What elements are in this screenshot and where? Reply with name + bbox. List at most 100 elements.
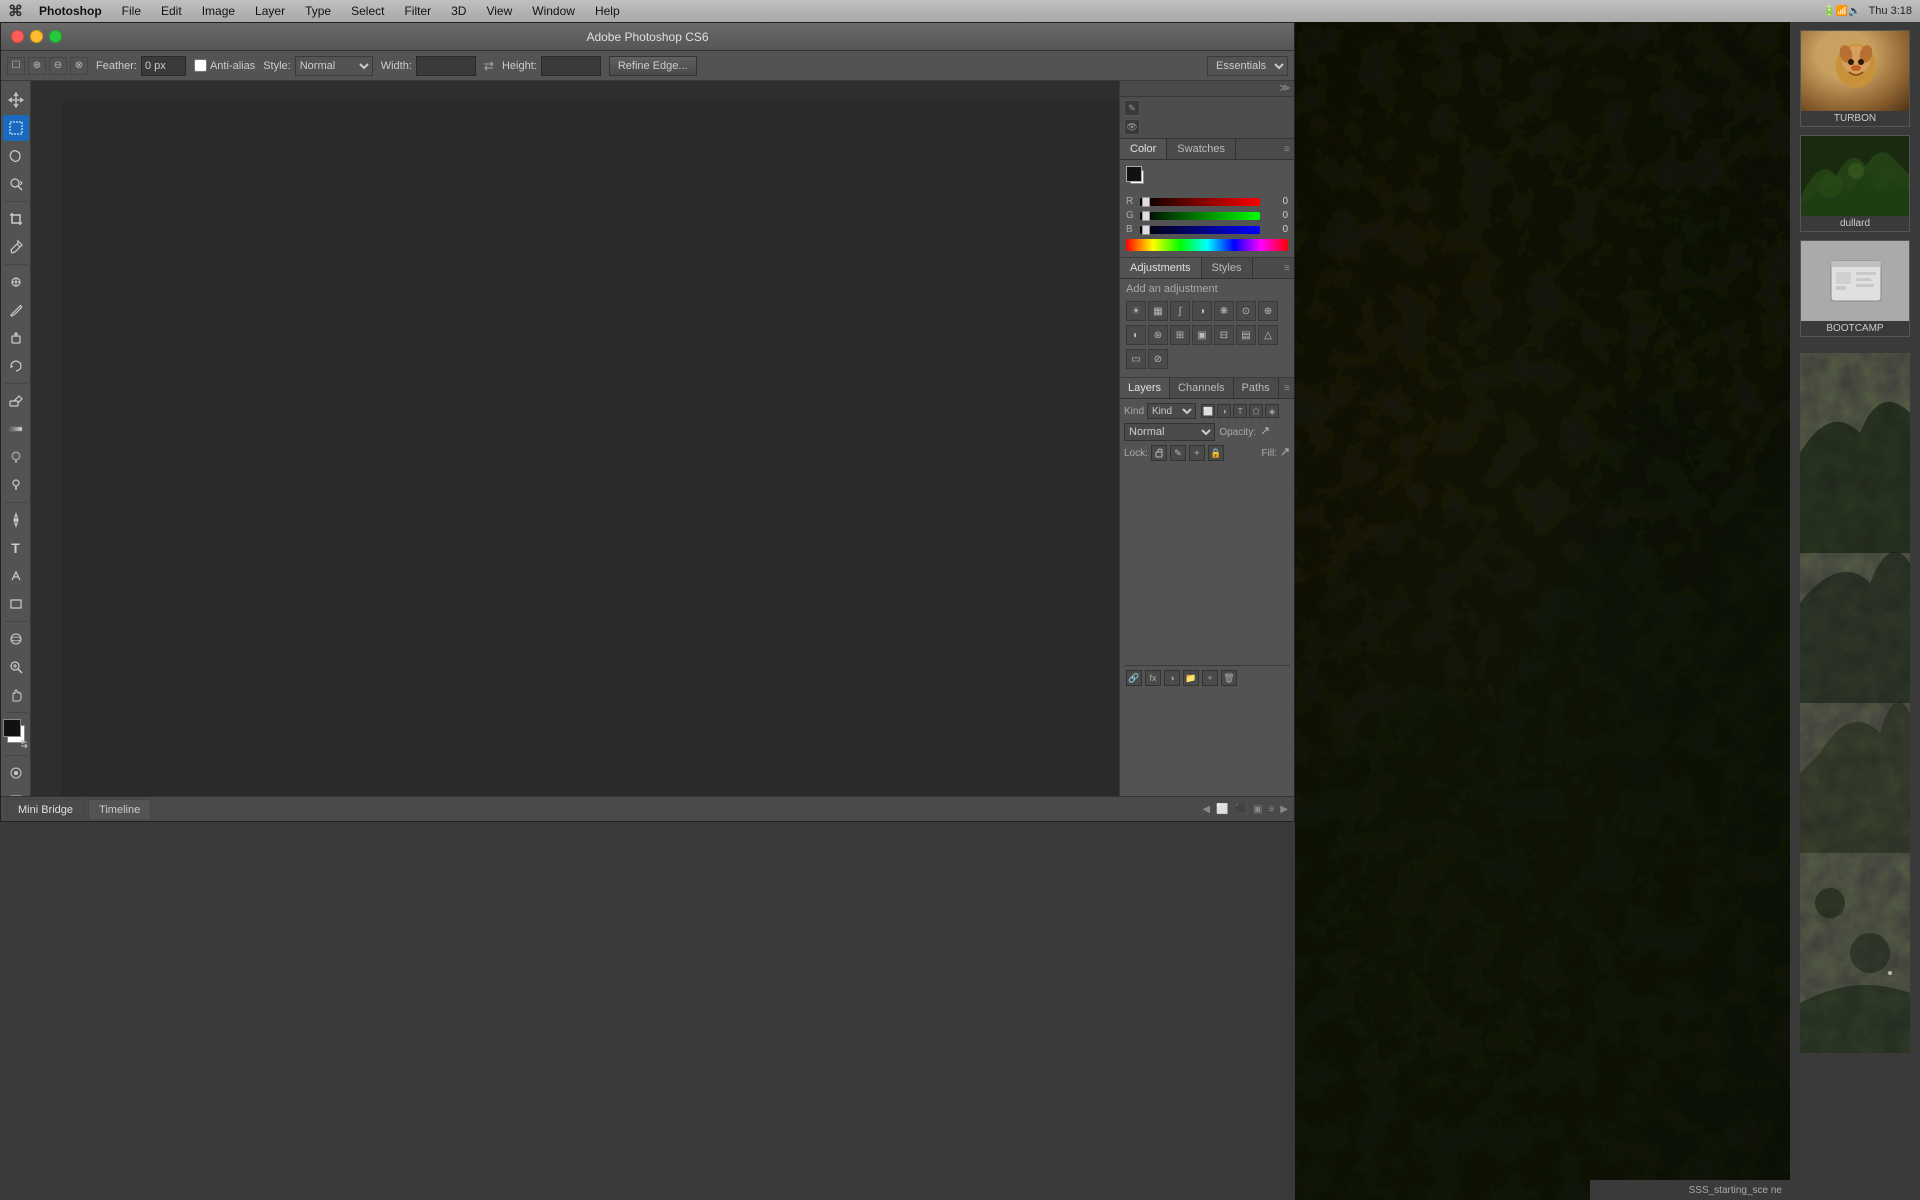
bottom-fullscreen-icon[interactable]: ▣	[1253, 804, 1262, 815]
subtract-selection-icon[interactable]: ⊖	[49, 57, 67, 75]
create-layer-icon[interactable]: +	[1202, 670, 1218, 686]
black-white-icon[interactable]: ◐	[1126, 325, 1146, 345]
menu-view[interactable]: View	[482, 4, 516, 18]
style-select[interactable]: Normal Fixed Ratio Fixed Size	[295, 56, 373, 76]
kind-select[interactable]: Kind Name Effect	[1147, 403, 1196, 419]
menu-filter[interactable]: Filter	[400, 4, 435, 18]
selective-color-icon[interactable]: ⊘	[1148, 349, 1168, 369]
type-tool[interactable]: T	[3, 535, 29, 561]
posterize-icon[interactable]: ▤	[1236, 325, 1256, 345]
filter-type-icon[interactable]: T	[1233, 404, 1247, 418]
collapse-panel-icon[interactable]: ≫	[1280, 83, 1290, 94]
mini-tool-eye[interactable]: 👁	[1124, 119, 1140, 135]
lock-position[interactable]: +	[1189, 445, 1205, 461]
zoom-tool[interactable]	[3, 654, 29, 680]
color-spectrum-bar[interactable]	[1126, 239, 1288, 251]
eyedropper-tool[interactable]	[3, 234, 29, 260]
r-slider-thumb[interactable]	[1142, 197, 1150, 207]
healing-brush-tool[interactable]	[3, 269, 29, 295]
marquee-tool[interactable]	[3, 115, 29, 141]
menu-select[interactable]: Select	[347, 4, 388, 18]
eraser-tool[interactable]	[3, 388, 29, 414]
filter-smart-icon[interactable]: ◈	[1265, 404, 1279, 418]
tab-layers[interactable]: Layers	[1120, 378, 1170, 398]
move-tool[interactable]	[3, 87, 29, 113]
hue-sat-icon[interactable]: ⊙	[1236, 301, 1256, 321]
exposure-icon[interactable]: ◑	[1192, 301, 1212, 321]
minimize-button[interactable]	[30, 30, 43, 43]
menu-type[interactable]: Type	[301, 4, 335, 18]
workspace-select[interactable]: Essentials	[1207, 56, 1288, 76]
tab-channels[interactable]: Channels	[1170, 378, 1233, 398]
add-style-icon[interactable]: fx	[1145, 670, 1161, 686]
lock-all[interactable]: 🔒	[1208, 445, 1224, 461]
menu-help[interactable]: Help	[591, 4, 624, 18]
tab-color[interactable]: Color	[1120, 139, 1167, 159]
tab-paths[interactable]: Paths	[1234, 378, 1279, 398]
history-brush-tool[interactable]	[3, 353, 29, 379]
brightness-contrast-icon[interactable]: ☀	[1126, 301, 1146, 321]
gradient-tool[interactable]	[3, 416, 29, 442]
add-selection-icon[interactable]: ⊕	[28, 57, 46, 75]
menu-layer[interactable]: Layer	[251, 4, 289, 18]
curves-icon[interactable]: ∫	[1170, 301, 1190, 321]
path-select-tool[interactable]	[3, 563, 29, 589]
blend-mode-select[interactable]: Normal Dissolve Multiply Screen Overlay	[1124, 423, 1215, 441]
channel-mixer-icon[interactable]: ⊞	[1170, 325, 1190, 345]
canvas-area[interactable]	[31, 81, 1119, 820]
lock-transparent-pixels[interactable]	[1151, 445, 1167, 461]
blur-tool[interactable]	[3, 444, 29, 470]
thumbnail-bootcamp[interactable]: BOOTCAMP	[1800, 240, 1910, 337]
new-selection-icon[interactable]: ☐	[7, 57, 25, 75]
color-lookup-icon[interactable]: ▣	[1192, 325, 1212, 345]
pen-tool[interactable]	[3, 507, 29, 533]
timeline-tab[interactable]: Timeline	[88, 799, 151, 819]
quick-select-tool[interactable]	[3, 171, 29, 197]
threshold-icon[interactable]: △	[1258, 325, 1278, 345]
add-mask-icon[interactable]: ◑	[1164, 670, 1180, 686]
bottom-collapse-right[interactable]: ▶	[1280, 804, 1288, 815]
foreground-color-swatch[interactable]	[3, 719, 21, 737]
anti-alias-group[interactable]: Anti-alias	[194, 59, 255, 72]
maximize-button[interactable]	[49, 30, 62, 43]
clone-stamp-tool[interactable]	[3, 325, 29, 351]
menu-window[interactable]: Window	[528, 4, 579, 18]
bottom-page-icon[interactable]: ⬜	[1216, 804, 1228, 815]
delete-layer-icon[interactable]: 🗑	[1221, 670, 1237, 686]
adj-panel-menu-icon[interactable]: ≡	[1284, 263, 1290, 274]
height-input[interactable]	[541, 56, 601, 76]
photo-filter-icon[interactable]: ⊛	[1148, 325, 1168, 345]
swap-colors-icon[interactable]	[19, 739, 29, 749]
filter-shape-icon[interactable]: ⬡	[1249, 404, 1263, 418]
3d-rotate-tool[interactable]	[3, 626, 29, 652]
invert-icon[interactable]: ⊟	[1214, 325, 1234, 345]
link-layers-icon[interactable]: 🔗	[1126, 670, 1142, 686]
tab-swatches[interactable]: Swatches	[1167, 139, 1236, 159]
rectangle-tool[interactable]	[3, 591, 29, 617]
vibrance-icon[interactable]: ❋	[1214, 301, 1234, 321]
color-panel-menu-icon[interactable]: ≡	[1284, 144, 1290, 155]
g-slider-thumb[interactable]	[1142, 211, 1150, 221]
brush-tool[interactable]	[3, 297, 29, 323]
intersect-selection-icon[interactable]: ⊗	[70, 57, 88, 75]
lock-image-pixels[interactable]: ✎	[1170, 445, 1186, 461]
thumbnail-turbon[interactable]: TURBON	[1800, 30, 1910, 127]
menu-3d[interactable]: 3D	[447, 4, 470, 18]
fg-color-preview[interactable]	[1126, 166, 1142, 182]
b-slider-thumb[interactable]	[1142, 225, 1150, 235]
swap-icon[interactable]: ⇄	[484, 59, 494, 73]
width-input[interactable]	[416, 56, 476, 76]
window-controls[interactable]	[11, 30, 62, 43]
refine-edge-button[interactable]: Refine Edge...	[609, 56, 697, 76]
color-balance-icon[interactable]: ⊕	[1258, 301, 1278, 321]
menu-file[interactable]: File	[118, 4, 145, 18]
foreground-background-colors[interactable]	[3, 719, 29, 749]
lasso-tool[interactable]	[3, 143, 29, 169]
bottom-collapse-left[interactable]: ◀	[1202, 804, 1210, 815]
menu-edit[interactable]: Edit	[157, 4, 186, 18]
layers-panel-menu-icon[interactable]: ≡	[1284, 383, 1290, 394]
anti-alias-checkbox[interactable]	[194, 59, 207, 72]
filter-pixel-icon[interactable]: ⬜	[1201, 404, 1215, 418]
menu-photoshop[interactable]: Photoshop	[35, 4, 106, 18]
levels-icon[interactable]: ▦	[1148, 301, 1168, 321]
